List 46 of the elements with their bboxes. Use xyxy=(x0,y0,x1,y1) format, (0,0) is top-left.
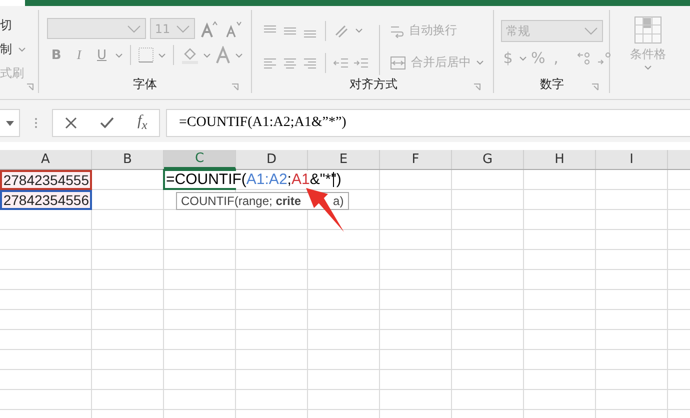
checkmark-icon[interactable] xyxy=(100,117,114,129)
caret-icon[interactable] xyxy=(476,60,484,65)
tooltip-text: COUNTIF(range; crite xyxy=(181,194,302,208)
column-header[interactable]: C xyxy=(164,150,236,169)
caret-icon[interactable] xyxy=(234,52,243,58)
caret-icon[interactable] xyxy=(355,28,363,33)
decrease-decimal-icon[interactable] xyxy=(597,51,613,65)
border-icon[interactable] xyxy=(138,47,154,63)
caret-icon[interactable] xyxy=(519,56,527,60)
column-header[interactable]: I xyxy=(596,150,668,169)
close-icon[interactable] xyxy=(64,117,77,129)
tooltip-text: a) xyxy=(333,194,344,208)
font-color-icon[interactable] xyxy=(214,46,231,64)
caret-icon[interactable] xyxy=(18,46,26,52)
caret-icon[interactable] xyxy=(6,120,14,126)
column-header[interactable]: D xyxy=(236,150,308,169)
insert-function-button[interactable]: f$_{x}$ xyxy=(138,113,148,133)
name-box[interactable] xyxy=(0,109,20,137)
group-label: 数字 xyxy=(540,76,564,92)
clipboard-button[interactable]: 切 xyxy=(0,14,38,36)
formula-field[interactable]: =COUNTIF(A1:A2;A1&”*”) xyxy=(166,109,690,137)
column-header[interactable]: A xyxy=(0,150,92,169)
column-header[interactable]: G xyxy=(452,150,524,169)
column-header[interactable]: H xyxy=(524,150,596,169)
font-name-field[interactable] xyxy=(47,18,146,39)
dialog-launcher-icon[interactable] xyxy=(231,83,239,91)
group-label: 对齐方式 xyxy=(350,76,398,92)
table-cell: 27842354555 xyxy=(0,170,92,190)
dialog-launcher-icon[interactable] xyxy=(473,83,481,91)
clipboard-button[interactable]: 制 xyxy=(0,38,38,60)
grow-font-icon[interactable] xyxy=(199,20,219,38)
caret-icon[interactable] xyxy=(644,65,652,70)
caret-icon[interactable] xyxy=(158,52,166,58)
dialog-launcher-icon[interactable] xyxy=(591,83,599,91)
merge-cells-icon[interactable] xyxy=(390,56,406,70)
group-label: 字体 xyxy=(133,76,157,92)
column-header[interactable]: F xyxy=(380,150,452,169)
table-grid-icon[interactable] xyxy=(634,16,662,44)
table-cell: 27842354556 xyxy=(0,190,92,210)
caret-icon[interactable] xyxy=(115,52,124,58)
column-header[interactable]: E xyxy=(308,150,380,169)
fill-bucket-icon[interactable] xyxy=(180,46,199,64)
dialog-launcher-icon[interactable] xyxy=(26,83,34,91)
caret-icon[interactable] xyxy=(202,52,211,58)
wrap-text-icon[interactable] xyxy=(390,24,404,38)
more-options-icon[interactable] xyxy=(34,117,38,129)
